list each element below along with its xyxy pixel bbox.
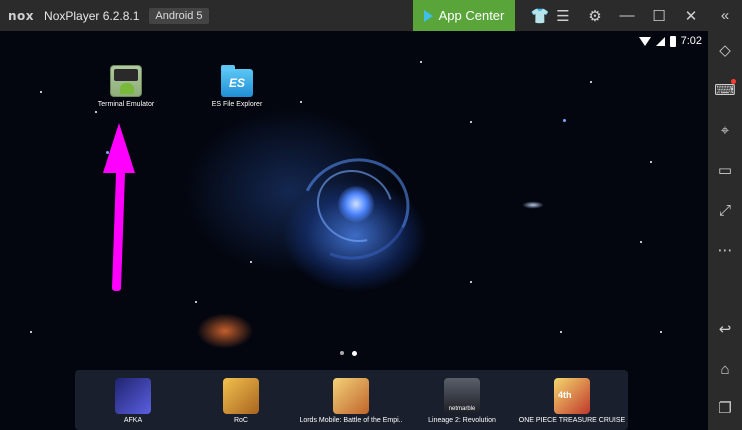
app-dock: AFKA RoC Lords Mobile: Battle of the Emp… (75, 370, 628, 430)
fullscreen-icon[interactable]: ⤢ (708, 195, 742, 225)
android-home-screen[interactable]: 7:02 Terminal Emulator ES ES File Explor… (0, 31, 708, 430)
app-center-button[interactable]: App Center (413, 0, 515, 31)
page-indicator (340, 351, 357, 356)
back-icon[interactable]: ↩ (708, 314, 742, 344)
wallpaper-star (95, 111, 97, 113)
wallpaper-star (560, 331, 562, 333)
android-version-badge: Android 5 (149, 7, 209, 24)
annotation-arrow-head (103, 123, 135, 173)
battery-icon (669, 35, 676, 47)
nox-logo: nox (8, 8, 35, 23)
dock-app-lords-mobile[interactable]: Lords Mobile: Battle of the Empi.. (296, 378, 406, 424)
wallpaper-star (660, 331, 662, 333)
wallpaper-star (590, 81, 592, 83)
play-store-icon (423, 9, 433, 22)
dock-app-label: ONE PIECE TREASURE CRUISE (518, 417, 626, 424)
wallpaper-star (300, 101, 302, 103)
signal-icon (655, 36, 665, 46)
wallpaper-star (30, 331, 32, 333)
collapse-sidebar-icon[interactable]: « (710, 0, 740, 31)
dock-app-label: AFKA (123, 417, 143, 424)
netmarble-text: netmarble (448, 406, 476, 412)
app-title: NoxPlayer 6.2.8.1 (44, 8, 140, 23)
es-file-icon: ES (221, 65, 253, 97)
dock-app-label: RoC (233, 417, 248, 424)
page-dot[interactable] (340, 351, 344, 355)
annotation-arrow-shaft (111, 170, 126, 292)
gear-icon[interactable]: ⚙ (580, 0, 610, 31)
dock-app-one-piece[interactable]: 4th ONE PIECE TREASURE CRUISE (517, 378, 627, 424)
minimize-icon[interactable]: — (612, 0, 642, 31)
screen-icon[interactable]: ▭ (708, 155, 742, 185)
desktop-app-label: ES File Explorer (211, 101, 263, 108)
home-icon[interactable]: ⌂ (708, 354, 742, 384)
notification-dot (731, 79, 736, 84)
one-piece-icon: 4th (554, 378, 590, 414)
desktop-app-es-file-explorer[interactable]: ES ES File Explorer (192, 65, 282, 108)
one-piece-badge: 4th (558, 390, 572, 400)
recents-icon[interactable]: ❐ (708, 393, 742, 423)
location-icon[interactable]: ⌖ (708, 115, 742, 145)
wallpaper-star (650, 161, 652, 163)
keyboard-icon[interactable]: ⌨ (708, 75, 742, 105)
menu-icon[interactable]: ☰ (548, 0, 578, 31)
lineage-2-icon: netmarble (444, 378, 480, 414)
wallpaper-star (40, 91, 42, 93)
page-dot-active[interactable] (352, 351, 357, 356)
dock-app-roc[interactable]: RoC (186, 378, 296, 424)
dock-app-lineage-2[interactable]: netmarble Lineage 2: Revolution (407, 378, 517, 424)
lords-mobile-icon (333, 378, 369, 414)
wallpaper-star (640, 241, 642, 243)
roc-icon (223, 378, 259, 414)
android-status-bar: 7:02 (638, 35, 702, 47)
emulator-sidebar: ◇ ⌨ ⌖ ▭ ⤢ ⋯ ↩ ⌂ ❐ (708, 31, 742, 430)
close-icon[interactable]: ✕ (676, 0, 706, 31)
desktop-app-label: Terminal Emulator (97, 101, 155, 108)
app-center-label: App Center (438, 8, 505, 23)
es-file-icon-text: ES (228, 76, 245, 90)
galaxy-wallpaper-core (338, 186, 374, 222)
wallpaper-star (195, 301, 197, 303)
afka-icon (115, 378, 151, 414)
wallpaper-star (470, 121, 472, 123)
rotate-icon[interactable]: ◇ (708, 35, 742, 65)
desktop-app-terminal-emulator[interactable]: Terminal Emulator (81, 65, 171, 108)
status-time: 7:02 (680, 35, 702, 47)
terminal-icon (110, 65, 142, 97)
dock-app-label: Lords Mobile: Battle of the Empi.. (299, 417, 403, 424)
wallpaper-star (470, 281, 472, 283)
dock-app-afka[interactable]: AFKA (78, 378, 188, 424)
more-icon[interactable]: ⋯ (708, 235, 742, 265)
dock-app-label: Lineage 2: Revolution (428, 417, 496, 424)
wallpaper-star (250, 261, 252, 263)
wallpaper-star (563, 119, 566, 122)
maximize-icon[interactable]: ☐ (644, 0, 674, 31)
wallpaper-star (420, 61, 422, 63)
title-bar: nox NoxPlayer 6.2.8.1 Android 5 App Cent… (0, 0, 742, 31)
wifi-icon (638, 36, 651, 46)
